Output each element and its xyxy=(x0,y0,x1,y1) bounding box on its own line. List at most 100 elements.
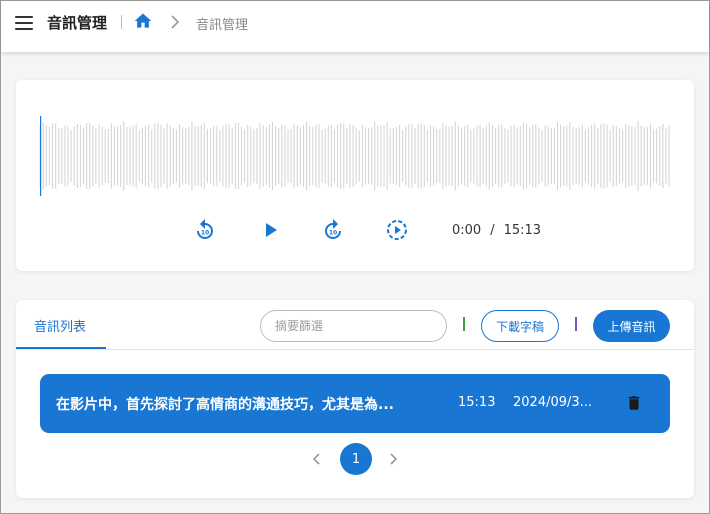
waveform-bar xyxy=(92,126,94,186)
waveform-bar xyxy=(637,121,639,191)
play-circle-dashed-icon[interactable] xyxy=(385,218,409,242)
waveform-bar xyxy=(541,129,543,183)
waveform-bar xyxy=(209,128,212,184)
waveform-bar xyxy=(405,126,407,186)
waveform-bar xyxy=(312,127,314,185)
waveform-bar xyxy=(371,127,373,185)
waveform-bar xyxy=(587,127,590,185)
waveform-bar xyxy=(98,124,100,188)
waveform-bar xyxy=(544,125,546,187)
waveform-bar xyxy=(64,125,66,187)
playhead[interactable] xyxy=(40,116,42,196)
waveform-bar xyxy=(352,124,354,188)
waveform-bar xyxy=(73,126,75,186)
waveform-bar xyxy=(507,129,509,183)
waveform-bar xyxy=(95,128,97,184)
waveform-bar xyxy=(377,125,379,187)
chevron-right-icon[interactable] xyxy=(386,452,400,466)
waveform-bar xyxy=(250,126,252,186)
upload-audio-button[interactable]: 上傳音訊 xyxy=(593,310,670,342)
waveform-bar xyxy=(625,123,627,189)
waveform-bar xyxy=(132,125,134,187)
waveform-bar xyxy=(169,125,171,187)
svg-text:10: 10 xyxy=(329,230,337,237)
waveform-bar xyxy=(439,129,441,183)
waveform-bar xyxy=(117,126,119,186)
waveform-bar xyxy=(45,125,47,187)
time-display: 0:00 / 15:13 xyxy=(452,223,541,238)
waveform-bar xyxy=(473,128,475,184)
waveform-bar xyxy=(448,126,450,186)
rewind-10-icon[interactable]: 10 xyxy=(193,218,217,242)
waveform-bar xyxy=(383,125,385,187)
waveform-bar xyxy=(519,126,521,186)
waveform-bar xyxy=(398,124,401,188)
list-item-title: 在影片中，首先探討了高情商的溝通技巧，尤其是為... xyxy=(56,397,394,413)
waveform-bar xyxy=(89,123,91,189)
waveform-bar xyxy=(575,128,577,184)
forward-10-icon[interactable]: 10 xyxy=(321,218,345,242)
page-title: 音訊管理 xyxy=(47,14,108,32)
waveform-bar xyxy=(265,127,267,185)
waveform-bar xyxy=(380,126,382,186)
waveform-bar xyxy=(529,127,531,185)
play-icon[interactable] xyxy=(258,218,282,242)
waveform-bar xyxy=(367,127,370,185)
waveform-bar xyxy=(330,124,332,188)
waveform-bar xyxy=(476,125,478,187)
waveform-bar xyxy=(321,129,323,183)
waveform-bar xyxy=(653,129,655,183)
audio-waveform[interactable] xyxy=(39,114,671,198)
list-item[interactable]: 在影片中，首先探討了高情商的溝通技巧，尤其是為... 15:13 2024/09… xyxy=(40,374,670,433)
waveform-bar xyxy=(135,124,137,188)
pagination: 1 xyxy=(16,443,694,475)
waveform-bar xyxy=(107,128,109,184)
waveform-bar xyxy=(659,126,661,186)
waveform-bar xyxy=(584,129,586,183)
waveform-bar xyxy=(101,126,103,186)
delete-icon[interactable] xyxy=(625,393,643,413)
waveform-bar xyxy=(299,127,301,185)
home-icon[interactable] xyxy=(133,11,153,31)
top-app-bar: 音訊管理 音訊管理 xyxy=(1,1,709,52)
current-time: 0:00 xyxy=(452,223,482,238)
waveform-bar xyxy=(429,124,432,188)
waveform-bar xyxy=(631,126,633,186)
waveform-bar xyxy=(578,126,580,186)
waveform-bar xyxy=(513,125,515,187)
hamburger-menu-icon[interactable] xyxy=(15,16,33,30)
chevron-left-icon[interactable] xyxy=(310,452,324,466)
waveform-bar xyxy=(591,124,593,188)
waveform-bar xyxy=(501,124,503,188)
waveform-bar xyxy=(206,128,208,184)
waveform-bar xyxy=(618,127,621,185)
waveform-bar xyxy=(290,128,292,184)
waveform-bar xyxy=(61,128,63,184)
waveform-bar xyxy=(154,123,156,189)
waveform-bar xyxy=(268,124,270,188)
waveform-bar xyxy=(460,127,463,185)
waveform-bar xyxy=(612,125,614,187)
waveform-bar xyxy=(228,124,230,188)
waveform-bar xyxy=(79,124,81,188)
waveform-bar xyxy=(216,125,218,187)
waveform-bar xyxy=(408,124,410,188)
waveform-bar xyxy=(203,122,205,190)
waveform-bar xyxy=(470,129,472,183)
waveform-bar xyxy=(550,128,552,184)
waveform-bar xyxy=(129,126,131,186)
tab-audio-list[interactable]: 音訊列表 xyxy=(16,300,106,349)
waveform-bar xyxy=(324,128,326,184)
waveform-bar xyxy=(67,126,69,186)
waveform-bar xyxy=(560,124,562,188)
waveform-bar xyxy=(392,128,394,184)
waveform-bar xyxy=(76,123,78,189)
waveform-bar xyxy=(495,127,497,185)
summary-filter-input[interactable] xyxy=(260,310,447,342)
download-transcript-button[interactable]: 下載字稿 xyxy=(481,310,559,342)
time-separator: / xyxy=(490,223,495,238)
waveform-bar xyxy=(70,130,72,182)
waveform-bar xyxy=(222,126,224,186)
waveform-bar xyxy=(634,126,636,186)
page-button-current[interactable]: 1 xyxy=(340,443,372,475)
